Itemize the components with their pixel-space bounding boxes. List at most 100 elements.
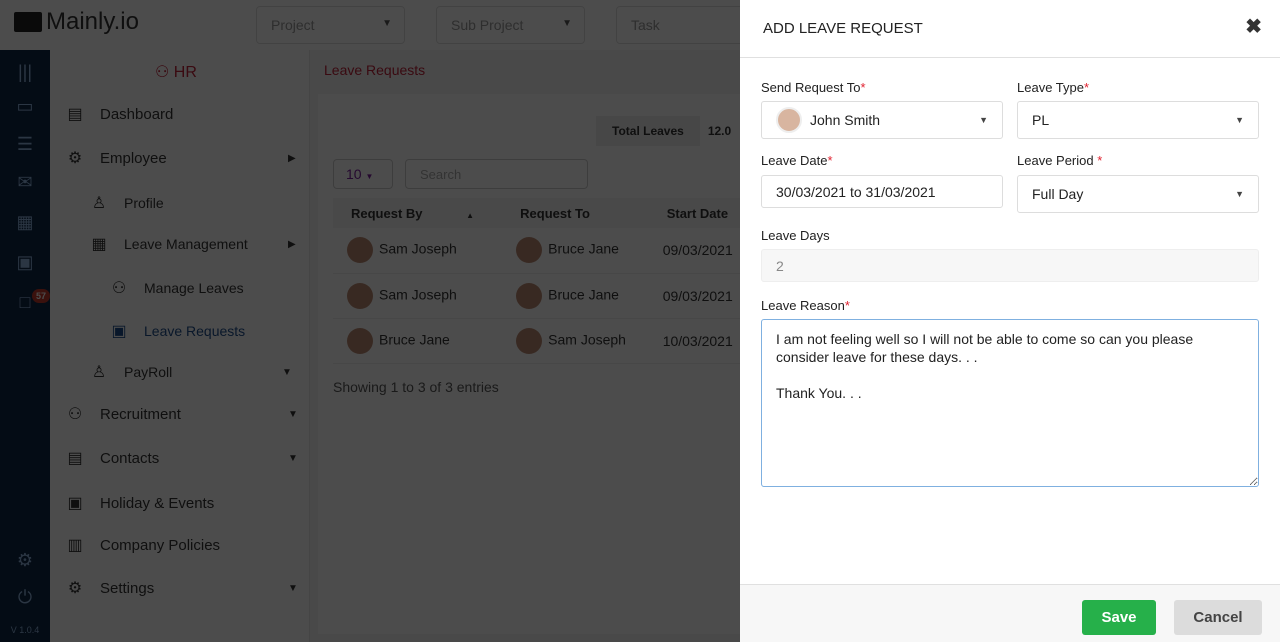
column-header-start-date[interactable]: Start Date bbox=[648, 198, 753, 228]
caret-right-icon: ▶ bbox=[288, 238, 296, 250]
avatar bbox=[776, 107, 802, 133]
mail-icon[interactable]: ✉ bbox=[13, 172, 37, 196]
power-icon[interactable]: ⏻ bbox=[13, 587, 37, 611]
table-row[interactable]: Bruce Jane Sam Joseph 10/03/2021 bbox=[333, 318, 753, 364]
id-card-icon: ▣ bbox=[111, 323, 127, 340]
calendar-icon[interactable]: ▦ bbox=[13, 212, 37, 236]
label-text: Leave Type bbox=[1017, 80, 1084, 95]
caret-down-icon: ▼ bbox=[288, 582, 298, 594]
leave-period-select[interactable]: Full Day ▼ bbox=[1017, 175, 1259, 213]
icon-bar: ||| ▭ ☰ ✉ ▦ ▣ □ 57 ⚙ ⏻ bbox=[0, 50, 51, 642]
column-header-request-by[interactable]: Request By ▲ bbox=[333, 198, 503, 228]
notification-badge: 57 bbox=[32, 289, 51, 303]
required-mark: * bbox=[1083, 80, 1090, 95]
sub-project-select[interactable]: Sub Project ▼ bbox=[436, 6, 585, 44]
table-row[interactable]: Sam Joseph Bruce Jane 09/03/2021 bbox=[333, 273, 753, 319]
checklist-icon[interactable]: ☰ bbox=[13, 134, 37, 158]
request-by-name: Bruce Jane bbox=[379, 331, 450, 348]
clipboard-icon: ▥ bbox=[67, 537, 83, 554]
column-label: Request By bbox=[351, 205, 423, 221]
send-to-select[interactable]: John Smith ▼ bbox=[761, 101, 1003, 139]
modal-footer: Save Cancel bbox=[740, 584, 1280, 642]
settings-icon[interactable]: ⚙ bbox=[13, 550, 37, 574]
sidebar-item-label: Company Policies bbox=[100, 536, 221, 554]
chat-icon[interactable]: ▭ bbox=[13, 96, 37, 120]
sidebar-item-leave-requests[interactable]: ▣ Leave Requests bbox=[108, 321, 245, 341]
required-mark: * bbox=[860, 80, 866, 95]
sidebar-item-company-policies[interactable]: ▥ Company Policies bbox=[64, 535, 220, 555]
total-leaves-value: 12.0 bbox=[699, 116, 740, 146]
task-input-placeholder: Task bbox=[631, 17, 660, 33]
leave-type-select[interactable]: PL ▼ bbox=[1017, 101, 1259, 139]
cancel-button[interactable]: Cancel bbox=[1174, 600, 1262, 635]
module-title: ⚇ HR bbox=[155, 62, 197, 82]
dashboard-icon: ▤ bbox=[67, 106, 83, 123]
avatar bbox=[516, 237, 543, 264]
sidebar-item-label: PayRoll bbox=[124, 364, 173, 380]
sidebar-item-contacts[interactable]: ▤ Contacts ▼ bbox=[64, 448, 297, 468]
request-by-cell: Sam Joseph bbox=[333, 273, 503, 319]
logo[interactable]: Mainly.io bbox=[14, 8, 139, 36]
leave-requests-table: Request By ▲ Request To Start Date Sam J… bbox=[333, 198, 753, 364]
caret-down-icon: ▼ bbox=[382, 18, 392, 29]
send-to-value: John Smith bbox=[810, 112, 881, 128]
leave-reason-label: Leave Reason* bbox=[761, 298, 850, 313]
sidebar-item-label: Profile bbox=[124, 195, 164, 211]
label-text: Leave Date bbox=[761, 153, 828, 168]
label-text: Leave Period bbox=[1017, 153, 1094, 168]
sidebar-item-settings[interactable]: ⚙ Settings ▼ bbox=[64, 578, 298, 598]
leave-reason-textarea[interactable]: I am not feeling well so I will not be a… bbox=[761, 319, 1259, 487]
avatar bbox=[516, 327, 543, 354]
page-length-value: 10 bbox=[346, 166, 362, 182]
leave-type-label: Leave Type* bbox=[1017, 80, 1089, 95]
sidebar-item-dashboard[interactable]: ▤ Dashboard bbox=[64, 104, 173, 124]
calendar-31-icon[interactable]: ▣ bbox=[13, 252, 37, 276]
sidebar-item-employee[interactable]: ⚙ Employee ▶ bbox=[64, 148, 296, 168]
save-button[interactable]: Save bbox=[1082, 600, 1156, 635]
request-to-cell: Bruce Jane bbox=[502, 228, 649, 274]
search-input[interactable]: Search bbox=[405, 159, 588, 189]
total-leaves-label: Total Leaves bbox=[596, 116, 700, 146]
required-mark: * bbox=[1097, 153, 1103, 168]
hr-icon: ⚇ bbox=[155, 64, 174, 81]
users-icon: ⚇ bbox=[67, 406, 83, 423]
calendar-event-icon: ▣ bbox=[67, 495, 83, 512]
table-row[interactable]: Sam Joseph Bruce Jane 09/03/2021 bbox=[333, 228, 753, 274]
version-label: V 1.0.4 bbox=[10, 625, 40, 635]
sidebar-item-label: Manage Leaves bbox=[144, 280, 244, 296]
sidebar-item-label: Leave Management bbox=[124, 236, 248, 252]
sidebar-item-manage-leaves[interactable]: ⚇ Manage Leaves bbox=[108, 278, 244, 298]
user-dollar-icon: ♙ bbox=[91, 364, 107, 381]
user-clock-icon: ⚇ bbox=[111, 280, 127, 297]
sidebar-item-label: Recruitment bbox=[100, 405, 181, 423]
leave-days-label: Leave Days bbox=[761, 228, 830, 243]
menu-toggle-icon[interactable]: ||| bbox=[13, 62, 37, 86]
close-icon[interactable]: ✖ bbox=[1245, 14, 1262, 39]
request-by-name: Sam Joseph bbox=[379, 240, 457, 257]
sidebar-item-profile[interactable]: ♙ Profile bbox=[88, 193, 164, 213]
add-leave-request-modal: ADD LEAVE REQUEST ✖ Send Request To* Joh… bbox=[740, 0, 1280, 642]
sidebar-item-leave-management[interactable]: ▦ Leave Management ▶ bbox=[88, 234, 295, 254]
caret-right-icon: ▶ bbox=[288, 152, 296, 164]
send-to-label: Send Request To* bbox=[761, 80, 866, 95]
sidebar-item-label: Leave Requests bbox=[144, 323, 246, 339]
leave-period-value: Full Day bbox=[1032, 186, 1084, 202]
sidebar-item-recruitment[interactable]: ⚇ Recruitment ▼ bbox=[64, 404, 298, 424]
project-select[interactable]: Project ▼ bbox=[256, 6, 405, 44]
avatar bbox=[516, 282, 543, 309]
leave-date-input[interactable]: 30/03/2021 to 31/03/2021 bbox=[761, 175, 1003, 208]
leave-days-input: 2 bbox=[761, 249, 1259, 282]
caret-down-icon: ▼ bbox=[288, 408, 298, 420]
sidebar-item-payroll[interactable]: ♙ PayRoll ▼ bbox=[88, 362, 292, 382]
sidebar-item-holiday-events[interactable]: ▣ Holiday & Events bbox=[64, 493, 214, 513]
start-date-cell: 09/03/2021 bbox=[648, 273, 753, 319]
leave-period-label: Leave Period * bbox=[1017, 153, 1102, 168]
avatar bbox=[347, 237, 373, 264]
calendar-icon: ▦ bbox=[91, 236, 107, 253]
total-leaves: Total Leaves 12.0 bbox=[596, 116, 740, 146]
request-to-name: Bruce Jane bbox=[548, 240, 619, 257]
caret-down-icon: ▼ bbox=[979, 115, 988, 125]
page-length-select[interactable]: 10 ▼ bbox=[333, 159, 393, 189]
breadcrumb: Leave Requests bbox=[324, 62, 426, 78]
column-header-request-to[interactable]: Request To bbox=[502, 198, 649, 228]
